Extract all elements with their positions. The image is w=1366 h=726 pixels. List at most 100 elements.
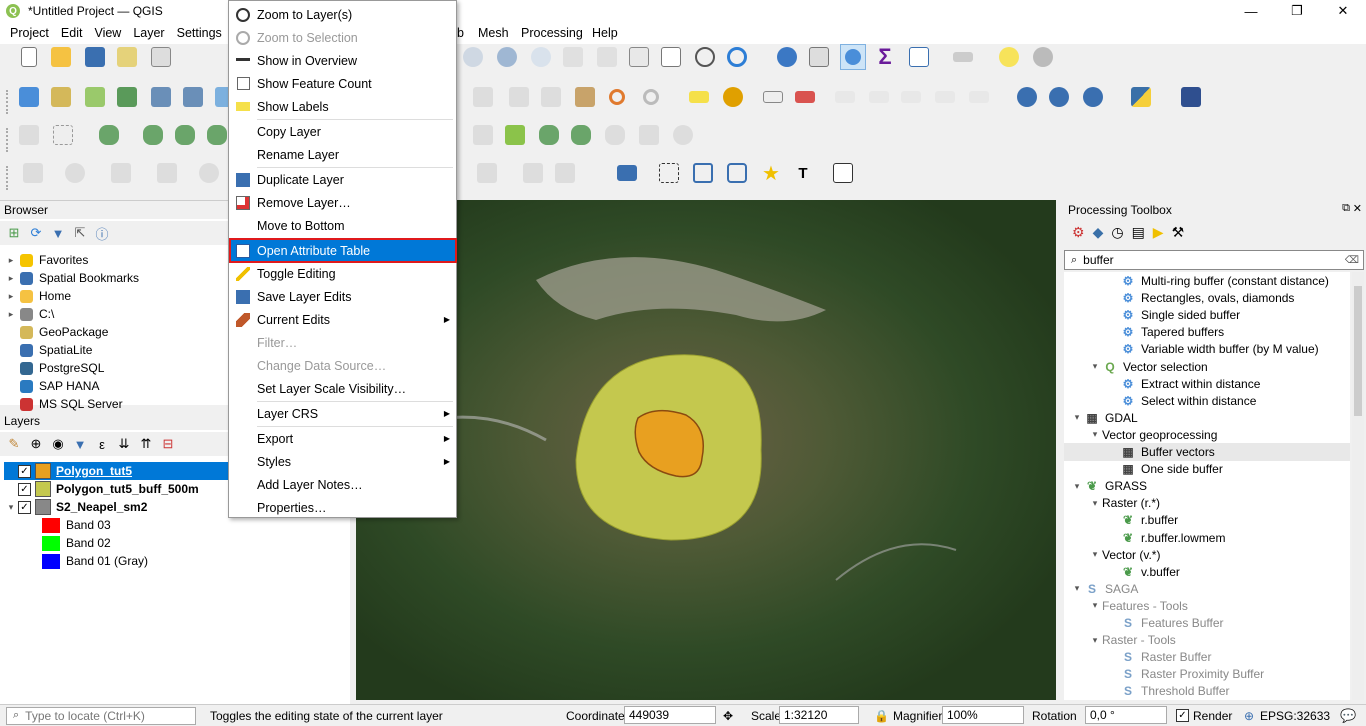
reverse-line-button[interactable]	[670, 122, 696, 148]
grid-tool-3-button[interactable]	[552, 160, 578, 186]
fill-ring-button[interactable]	[602, 122, 628, 148]
browser-item[interactable]: ▸ C:\	[4, 305, 55, 323]
menu-edit[interactable]: Edit	[55, 22, 89, 44]
menu-item-rename-layer[interactable]: Rename Layer	[230, 143, 456, 166]
float-icon[interactable]: ⧉	[1342, 202, 1350, 215]
menu-item-layer-crs[interactable]: Layer CRS ▶	[230, 402, 456, 425]
toolbox-item[interactable]: ⚙ Tapered buffers	[1064, 323, 1350, 341]
new-project-button[interactable]	[16, 44, 42, 70]
modify-annotation-button[interactable]	[656, 160, 682, 186]
menu-item-move-to-bottom[interactable]: Move to Bottom	[230, 214, 456, 237]
locator-input[interactable]: Type to locate (Ctrl+K)	[25, 709, 145, 723]
edit-features-icon[interactable]: ▶	[1153, 224, 1164, 241]
labeling-button[interactable]	[686, 84, 712, 110]
add-mesh-button[interactable]	[180, 84, 206, 110]
select-radius-button[interactable]	[196, 160, 222, 186]
render-checkbox[interactable]: ✓	[1176, 709, 1189, 722]
toolbox-item[interactable]: ▾ Raster - Tools	[1064, 631, 1350, 649]
history-icon[interactable]: ◷	[1111, 224, 1123, 241]
move-label-button[interactable]	[866, 84, 892, 110]
toolbox-search[interactable]: ⌕ buffer ⌫	[1064, 250, 1364, 270]
delete-selected-button[interactable]	[470, 84, 496, 110]
toolbox-item[interactable]: ▦ One side buffer	[1064, 460, 1350, 478]
style-panel-icon[interactable]: ✎	[6, 436, 22, 452]
toolbar-grip[interactable]	[6, 128, 10, 152]
text-frame-button[interactable]	[830, 160, 856, 186]
split-parts-button[interactable]	[470, 122, 496, 148]
menu-item-export[interactable]: Export ▶	[230, 427, 456, 450]
zoom-last-button[interactable]	[494, 44, 520, 70]
toolbox-item[interactable]: ❦ r.buffer.lowmem	[1064, 529, 1350, 547]
toolbox-item[interactable]: ▾ Q Vector selection	[1064, 358, 1350, 376]
text-annotation-button[interactable]	[614, 160, 640, 186]
info-icon[interactable]: ⓘ	[94, 225, 110, 242]
menu-item-zoom-to-layer-s[interactable]: Zoom to Layer(s)	[230, 3, 456, 26]
menu-item-properties[interactable]: Properties…	[230, 496, 456, 519]
menu-item-toggle-editing[interactable]: Toggle Editing	[230, 262, 456, 285]
undo-button[interactable]	[604, 84, 630, 110]
reshape-button[interactable]	[636, 122, 662, 148]
toolbox-item[interactable]: ▾ ▦ GDAL	[1064, 409, 1350, 427]
browser-item[interactable]: ▸ Spatial Bookmarks	[4, 269, 139, 287]
collapse-arrow-icon[interactable]: ▾	[1088, 429, 1102, 440]
measure-button[interactable]	[950, 44, 976, 70]
expand-all-icon[interactable]: ⇊	[116, 436, 132, 452]
menu-item-open-attribute-table[interactable]: Open Attribute Table	[229, 238, 457, 263]
menu-item-copy-layer[interactable]: Copy Layer	[230, 120, 456, 143]
filter-legend-icon[interactable]: ▼	[72, 436, 88, 452]
text-tool-button[interactable]: T	[790, 160, 816, 186]
select-by-value-button[interactable]	[62, 160, 88, 186]
temporal-button[interactable]	[692, 44, 718, 70]
close-button[interactable]: ✕	[1320, 0, 1366, 22]
toolbox-item[interactable]: ❦ r.buffer	[1064, 511, 1350, 529]
statistics-button[interactable]: Σ	[872, 44, 898, 70]
add-vector-button[interactable]	[82, 84, 108, 110]
expand-arrow-icon[interactable]: ▸	[4, 309, 18, 320]
layer-visibility-checkbox[interactable]: ✓	[18, 464, 31, 478]
menu-layer[interactable]: Layer	[127, 22, 170, 44]
toolbox-item[interactable]: ▦ Buffer vectors	[1064, 443, 1350, 461]
menu-processing[interactable]: Processing	[521, 22, 583, 44]
toolbox-item[interactable]: S Raster Buffer	[1064, 648, 1350, 666]
options-icon[interactable]: ⚒	[1172, 224, 1185, 241]
minimize-button[interactable]: —	[1228, 0, 1274, 22]
menu-help[interactable]: Help	[592, 22, 618, 44]
copy-features-button[interactable]	[538, 84, 564, 110]
new-bookmark-button[interactable]	[560, 44, 586, 70]
data-source-manager-button[interactable]	[16, 84, 42, 110]
toolbox-search-input[interactable]: buffer	[1083, 253, 1113, 267]
layout-manager-button[interactable]	[114, 44, 140, 70]
refresh-overview-button[interactable]	[626, 44, 652, 70]
coordinate-field[interactable]: 449039 4518263	[624, 706, 716, 726]
menu-vector-partial[interactable]: b	[457, 22, 464, 44]
select-features-button[interactable]	[20, 160, 46, 186]
expand-arrow-icon[interactable]: ▸	[4, 291, 18, 302]
crs-globe-icon[interactable]: ⊕	[1244, 709, 1254, 723]
collapse-icon[interactable]: ⇱	[72, 225, 88, 241]
add-shape-button[interactable]	[50, 122, 76, 148]
highlight-pinned-labels-button[interactable]	[760, 84, 786, 110]
add-group-icon[interactable]: ⊕	[28, 436, 44, 452]
line-annotation-button[interactable]	[724, 160, 750, 186]
paste-features-button[interactable]	[572, 84, 598, 110]
rotate-feature-button[interactable]	[140, 122, 166, 148]
toolbox-item[interactable]: ▾ Raster (r.*)	[1064, 494, 1350, 512]
simplify-button[interactable]	[204, 122, 230, 148]
menu-settings[interactable]: Settings	[171, 22, 228, 44]
browser-item[interactable]: MS SQL Server	[4, 395, 123, 413]
filter-icon[interactable]: ▼	[50, 225, 66, 241]
rotation-field[interactable]: 0,0 °	[1085, 706, 1167, 724]
identify-button[interactable]	[774, 44, 800, 70]
toolbox-item[interactable]: ⚙ Variable width buffer (by M value)	[1064, 340, 1350, 358]
label-props-button[interactable]	[966, 84, 992, 110]
menu-item-show-feature-count[interactable]: Show Feature Count	[230, 72, 456, 95]
menu-item-current-edits[interactable]: Current Edits ▶	[230, 308, 456, 331]
browser-item[interactable]: SAP HANA	[4, 377, 99, 395]
results-icon[interactable]: ▤	[1132, 224, 1145, 241]
crs-button[interactable]: EPSG:32633	[1260, 709, 1330, 723]
show-labels-button[interactable]	[832, 84, 858, 110]
diagram-button[interactable]	[720, 84, 746, 110]
annotation-button[interactable]	[996, 44, 1022, 70]
toolbar-grip[interactable]	[6, 90, 10, 114]
toolbox-item[interactable]: ⚙ Single sided buffer	[1064, 306, 1350, 324]
